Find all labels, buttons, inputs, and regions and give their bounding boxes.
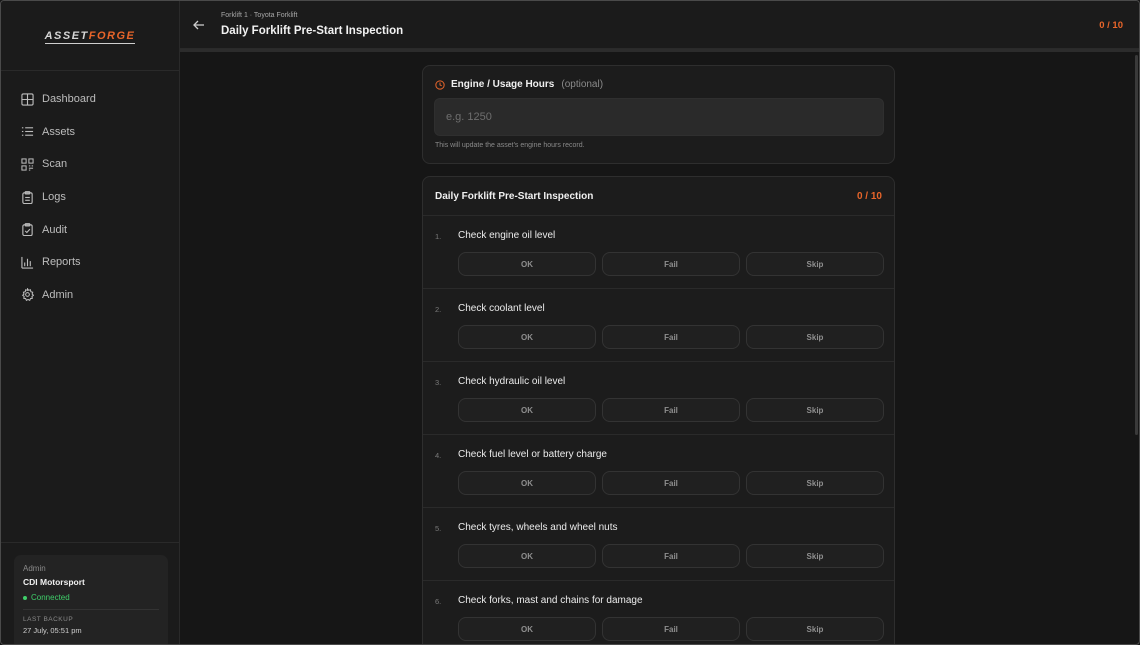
sidebar-item-dashboard[interactable]: Dashboard — [1, 83, 179, 116]
optional-label: (optional) — [561, 79, 604, 90]
user-role: Admin — [23, 564, 46, 573]
status-card: Admin CDI Motorsport Connected LAST BACK… — [14, 555, 168, 644]
item-label: Check fuel level or battery charge — [458, 449, 607, 460]
sidebar-item-admin[interactable]: Admin — [1, 279, 179, 312]
sidebar-nav: Dashboard Assets Scan Logs Audit Reports — [1, 71, 179, 311]
last-backup-label: LAST BACKUP — [23, 616, 74, 623]
connection-status: Connected — [23, 593, 159, 602]
engine-hours-help: This will update the asset's engine hour… — [435, 142, 585, 149]
page-title: Daily Forklift Pre-Start Inspection — [221, 25, 404, 37]
item-number: 4. — [435, 451, 442, 460]
item-actions: OK Fail Skip — [458, 325, 884, 349]
checklist-item: 2. Check coolant level OK Fail Skip — [423, 289, 894, 362]
breadcrumb: Forklift 1 · Toyota Forklift — [221, 12, 298, 19]
skip-button[interactable]: Skip — [746, 544, 884, 568]
sidebar-item-reports[interactable]: Reports — [1, 246, 179, 279]
status-divider — [23, 609, 159, 610]
sidebar-item-logs[interactable]: Logs — [1, 181, 179, 214]
fail-button[interactable]: Fail — [602, 471, 740, 495]
ok-button[interactable]: OK — [458, 325, 596, 349]
qr-icon — [21, 158, 34, 171]
sidebar-item-label: Dashboard — [42, 93, 96, 106]
status-dot-icon — [23, 595, 27, 600]
item-number: 3. — [435, 378, 442, 387]
logo-text-main: ASSET — [44, 29, 89, 42]
sidebar-item-label: Audit — [42, 223, 68, 236]
item-label: Check tyres, wheels and wheel nuts — [458, 522, 618, 533]
logo-area: ASSETFORGE — [1, 1, 179, 71]
engine-hours-title: Engine / Usage Hours — [451, 79, 555, 90]
gear-icon — [21, 288, 34, 302]
clock-icon — [435, 79, 445, 90]
checklist-item: 1. Check engine oil level OK Fail Skip — [423, 216, 894, 289]
item-number: 2. — [435, 305, 442, 314]
ok-button[interactable]: OK — [458, 252, 596, 276]
ok-button[interactable]: OK — [458, 617, 596, 641]
skip-button[interactable]: Skip — [746, 471, 884, 495]
engine-hours-card: Engine / Usage Hours (optional) This wil… — [422, 65, 895, 164]
checklist-item: 6. Check forks, mast and chains for dama… — [423, 581, 894, 644]
item-actions: OK Fail Skip — [458, 617, 884, 641]
item-number: 6. — [435, 597, 442, 606]
checklist-title: Daily Forklift Pre-Start Inspection — [435, 191, 594, 202]
inspection-checklist-card: Daily Forklift Pre-Start Inspection 0 / … — [422, 176, 895, 644]
sidebar: ASSETFORGE Dashboard Assets Scan Logs Au… — [1, 1, 180, 644]
sidebar-item-assets[interactable]: Assets — [1, 116, 179, 149]
clipboard-check-icon — [22, 223, 33, 237]
checklist-header: Daily Forklift Pre-Start Inspection 0 / … — [423, 177, 894, 216]
sidebar-item-label: Logs — [42, 191, 66, 204]
connection-status-label: Connected — [31, 593, 70, 602]
checklist-count: 0 / 10 — [856, 191, 882, 202]
sidebar-item-label: Admin — [42, 288, 74, 301]
ok-button[interactable]: OK — [458, 471, 596, 495]
skip-button[interactable]: Skip — [746, 398, 884, 422]
sidebar-item-label: Assets — [42, 125, 76, 138]
item-number: 5. — [435, 524, 442, 533]
item-label: Check hydraulic oil level — [458, 376, 566, 387]
fail-button[interactable]: Fail — [602, 544, 740, 568]
progress-counter: 0 / 10 — [1099, 20, 1123, 31]
engine-hours-heading: Engine / Usage Hours (optional) — [435, 79, 603, 90]
ok-button[interactable]: OK — [458, 398, 596, 422]
skip-button[interactable]: Skip — [746, 617, 884, 641]
sidebar-item-scan[interactable]: Scan — [1, 148, 179, 181]
item-label: Check engine oil level — [458, 230, 556, 241]
header-progress-track — [180, 49, 1139, 52]
checklist-item: 5. Check tyres, wheels and wheel nuts OK… — [423, 508, 894, 581]
app-window: ASSETFORGE Dashboard Assets Scan Logs Au… — [0, 0, 1140, 645]
item-actions: OK Fail Skip — [458, 398, 884, 422]
arrow-left-icon — [193, 20, 204, 30]
last-backup-value: 27 July, 05:51 pm — [23, 626, 82, 635]
item-label: Check coolant level — [458, 303, 545, 314]
engine-hours-input[interactable] — [434, 98, 884, 136]
list-icon — [21, 127, 34, 137]
sidebar-item-audit[interactable]: Audit — [1, 213, 179, 246]
fail-button[interactable]: Fail — [602, 252, 740, 276]
page-header: Forklift 1 · Toyota Forklift Daily Forkl… — [180, 1, 1139, 49]
ok-button[interactable]: OK — [458, 544, 596, 568]
sidebar-item-label: Reports — [42, 256, 81, 269]
fail-button[interactable]: Fail — [602, 398, 740, 422]
logo-text-accent: FORGE — [88, 29, 136, 42]
skip-button[interactable]: Skip — [746, 252, 884, 276]
logo[interactable]: ASSETFORGE — [44, 29, 136, 44]
fail-button[interactable]: Fail — [602, 617, 740, 641]
item-number: 1. — [435, 232, 442, 241]
item-actions: OK Fail Skip — [458, 252, 884, 276]
skip-button[interactable]: Skip — [746, 325, 884, 349]
sidebar-divider — [1, 542, 179, 543]
sidebar-item-label: Scan — [42, 158, 68, 171]
checklist-item: 3. Check hydraulic oil level OK Fail Ski… — [423, 362, 894, 435]
scrollbar[interactable] — [1135, 55, 1138, 435]
item-label: Check forks, mast and chains for damage — [458, 595, 643, 606]
fail-button[interactable]: Fail — [602, 325, 740, 349]
clipboard-icon — [22, 190, 33, 204]
item-actions: OK Fail Skip — [458, 471, 884, 495]
bar-chart-icon — [21, 256, 34, 269]
organization-name: CDI Motorsport — [23, 577, 85, 587]
grid-icon — [21, 93, 34, 106]
item-actions: OK Fail Skip — [458, 544, 884, 568]
back-button[interactable] — [192, 18, 206, 32]
checklist-item: 4. Check fuel level or battery charge OK… — [423, 435, 894, 508]
